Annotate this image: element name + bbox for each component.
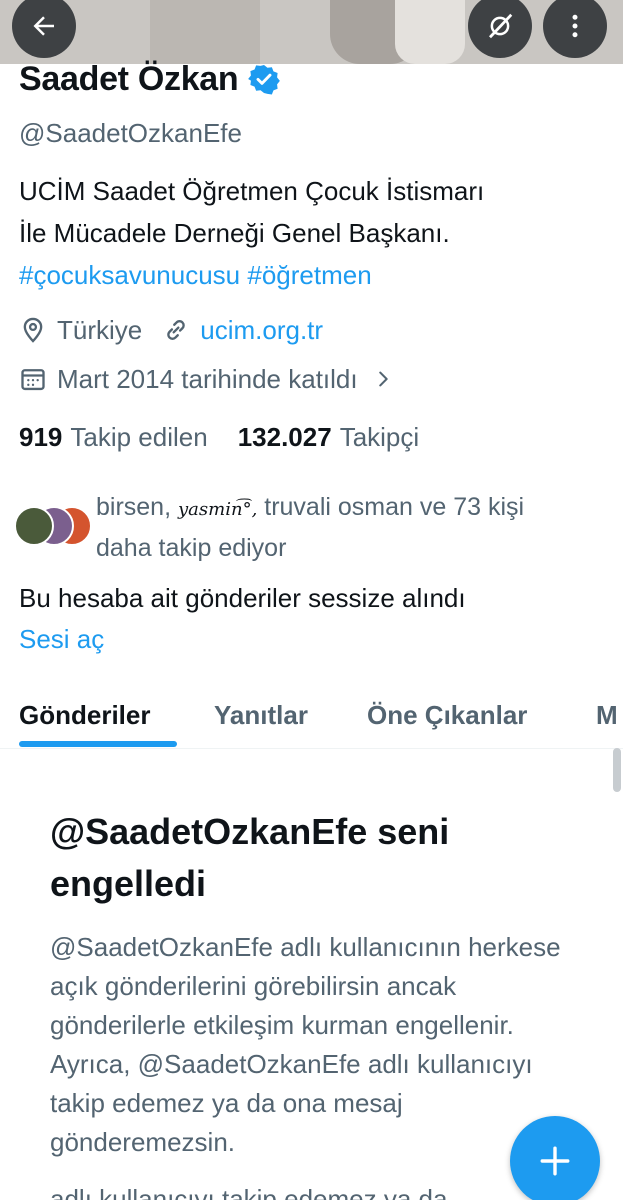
- tab-posts[interactable]: Gönderiler: [19, 695, 150, 735]
- profile-joined-row[interactable]: Mart 2014 tarihinde katıldı: [19, 359, 394, 399]
- follower-name-text: yasmin: [178, 499, 243, 520]
- compose-post-button[interactable]: [510, 1116, 600, 1200]
- follower-summary: daha takip ediyor: [96, 534, 287, 562]
- chevron-right-icon: [378, 371, 388, 387]
- followers-count: 132.027: [237, 421, 332, 452]
- blocked-description: @SaadetOzkanEfe adlı kullanıcının herkes…: [50, 932, 561, 1157]
- muted-account-icon: [489, 13, 513, 39]
- arrow-left-icon: [33, 16, 54, 36]
- more-options-button[interactable]: [543, 0, 607, 58]
- muted-indicator-button[interactable]: [468, 0, 532, 58]
- follower-name-suffix: ͡°,: [242, 499, 258, 520]
- profile-meta-row: Türkiye ucim.org.tr: [19, 310, 323, 350]
- profile-location: Türkiye: [57, 314, 143, 345]
- follower-name: yasmin͡°,: [178, 499, 257, 520]
- link-icon: [167, 320, 186, 340]
- blocked-title: @SaadetOzkanEfe seni engelledi: [50, 806, 590, 910]
- calendar-icon: [21, 369, 45, 391]
- blocked-title-line: engelledi: [50, 863, 207, 904]
- follower-summary: truvali osman ve 73 kişi: [264, 493, 525, 521]
- unmute-link[interactable]: Sesi aç: [19, 619, 104, 659]
- follower-name: birsen,: [96, 493, 172, 521]
- followers-label: Takipçi: [339, 421, 420, 452]
- avatar: [14, 506, 54, 546]
- hashtag-link[interactable]: #öğretmen: [247, 260, 371, 290]
- bio-hashtags: #çocuksavunucusu #öğretmen: [19, 254, 609, 296]
- plus-icon: [540, 1146, 570, 1176]
- back-button[interactable]: [12, 0, 76, 58]
- profile-joined-date: Mart 2014 tarihinde katıldı: [57, 363, 358, 394]
- tab-media[interactable]: M: [596, 695, 618, 735]
- following-link[interactable]: 919 Takip edilen: [19, 422, 208, 453]
- tab-replies[interactable]: Yanıtlar: [214, 695, 308, 735]
- location-pin-icon: [23, 317, 43, 343]
- follower-avatars: [14, 506, 94, 546]
- hashtag-link[interactable]: #çocuksavunucusu: [19, 260, 240, 290]
- tab-highlights[interactable]: Öne Çıkanlar: [367, 695, 527, 735]
- bio-line: İle Mücadele Derneği Genel Başkanı.: [19, 218, 450, 248]
- followers-you-know-text: birsen, yasmin͡°, truvali osman ve 73 ki…: [96, 488, 616, 567]
- following-label: Takip edilen: [70, 421, 208, 452]
- profile-bio: UCİM Saadet Öğretmen Çocuk İstismarı İle…: [19, 170, 609, 296]
- profile-name-row: Saadet Özkan: [19, 54, 281, 104]
- active-tab-indicator: [19, 741, 177, 747]
- scrollbar[interactable]: [613, 748, 621, 792]
- blocked-description-overflow: adlı kullanıcıyı takip edemez ya da: [50, 1184, 448, 1200]
- profile-website-link[interactable]: ucim.org.tr: [200, 315, 323, 346]
- verified-badge-icon[interactable]: [248, 63, 281, 95]
- display-name: Saadet Özkan: [19, 59, 239, 98]
- bio-line: UCİM Saadet Öğretmen Çocuk İstismarı: [19, 176, 485, 206]
- follow-stats: 919 Takip edilen 132.027 Takipçi: [19, 416, 419, 458]
- profile-handle: @SaadetOzkanEfe: [19, 118, 242, 148]
- blocked-title-line: @SaadetOzkanEfe seni: [50, 811, 450, 852]
- more-vertical-icon: [572, 14, 578, 38]
- banner-photo-region: [395, 0, 465, 64]
- muted-posts-note: Bu hesaba ait gönderiler sessize alındı: [19, 583, 466, 613]
- followers-you-know[interactable]: birsen, yasmin͡°, truvali osman ve 73 ki…: [14, 488, 614, 568]
- following-count: 919: [19, 421, 63, 452]
- profile-tabs: Gönderiler Yanıtlar Öne Çıkanlar M: [0, 685, 623, 749]
- followers-link[interactable]: 132.027 Takipçi: [238, 422, 419, 453]
